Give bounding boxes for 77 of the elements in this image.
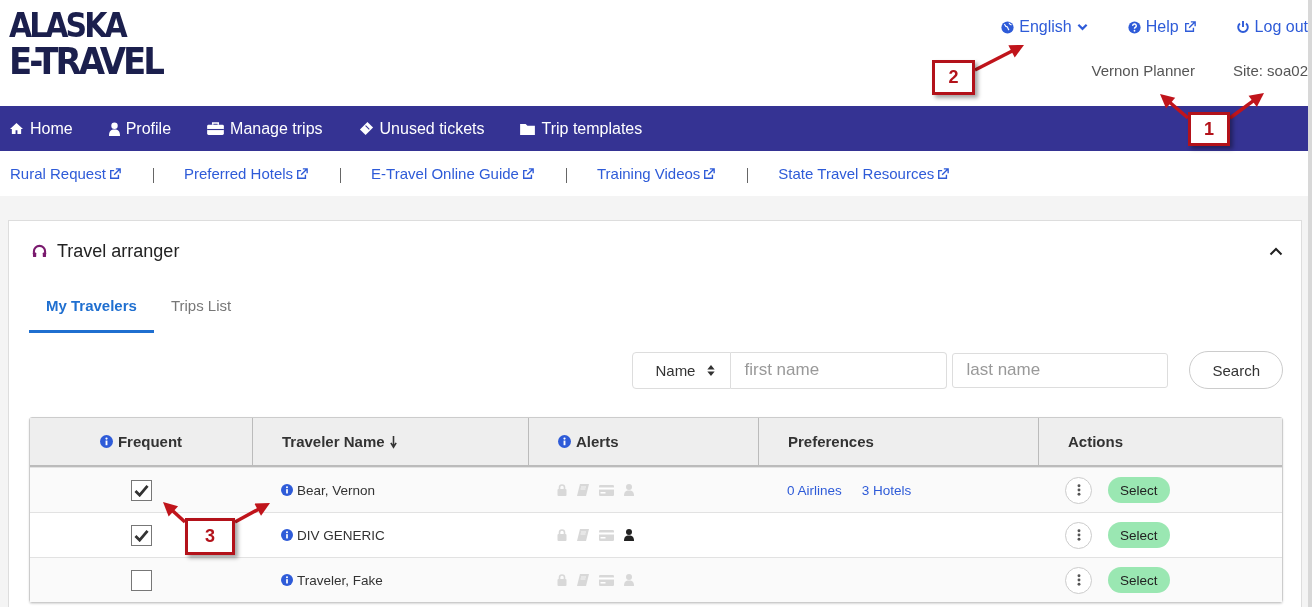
tab[interactable]: My Travelers (29, 281, 154, 333)
checkbox[interactable] (130, 524, 152, 546)
external-link-icon (703, 167, 716, 180)
traveler-name[interactable]: Bear, Vernon (281, 482, 376, 498)
info-icon (558, 435, 571, 448)
resource-link[interactable]: E-Travel Online Guide (371, 165, 534, 182)
sort-down-arrow-icon (389, 434, 397, 449)
resource-link[interactable]: State Travel Resources (778, 165, 950, 182)
nav-item[interactable]: Unused tickets (358, 119, 485, 138)
column-header[interactable]: Frequent (30, 418, 252, 465)
resource-link[interactable]: Rural Request (10, 165, 121, 182)
search-by-dropdown[interactable]: Name (632, 351, 732, 389)
help-link[interactable]: Help (1127, 18, 1196, 36)
resource-link[interactable]: Training Videos (596, 165, 716, 182)
language-dropdown[interactable]: English (1001, 18, 1088, 36)
kebab-icon (1076, 484, 1081, 496)
annotation-arrow (1228, 93, 1264, 120)
kebab-icon (1076, 574, 1081, 586)
info-icon (281, 484, 293, 496)
column-header[interactable]: Traveler Name (252, 418, 528, 465)
nav-item[interactable]: Profile (108, 119, 172, 138)
external-link-icon (296, 167, 309, 180)
sort-caret-icon (707, 364, 716, 376)
ticket-icon (358, 121, 374, 136)
nav-item[interactable]: Trip templates (520, 119, 643, 138)
column-header[interactable]: Preferences (758, 418, 1038, 465)
logo[interactable]: ALASKA E-TRAVEL (9, 14, 162, 75)
power-icon (1235, 20, 1250, 34)
checkbox[interactable] (130, 569, 152, 591)
home-icon (9, 122, 24, 135)
info-icon (281, 529, 293, 541)
chevron-up-icon[interactable] (1269, 246, 1283, 256)
chevron-down-icon (1076, 23, 1088, 31)
checkbox[interactable] (130, 479, 152, 501)
column-header[interactable]: Alerts (528, 418, 758, 465)
search-button[interactable]: Search (1189, 351, 1283, 389)
info-icon (281, 574, 293, 586)
external-link-icon (108, 167, 121, 180)
callout-number: 2 (932, 60, 975, 95)
tab[interactable]: Trips List (153, 281, 249, 333)
headphones-icon (32, 244, 47, 258)
panel-title: Travel arranger (57, 240, 180, 262)
preference-link[interactable]: 0 Airlines (787, 482, 842, 498)
briefcase-icon (207, 122, 225, 135)
info-icon (99, 435, 113, 448)
external-link-icon (937, 167, 950, 180)
site-label: Site: soa02 (1232, 62, 1308, 79)
annotation-arrow (974, 45, 1024, 72)
external-link-icon (521, 167, 534, 180)
annotation-arrow (1160, 94, 1190, 120)
first-name-field[interactable]: first name (731, 351, 948, 389)
last-name-field[interactable]: last name (952, 352, 1169, 388)
traveler-name[interactable]: Traveler, Fake (281, 572, 383, 588)
annotation-arrow (163, 502, 187, 524)
traveler-name[interactable]: DIV GENERIC (281, 527, 385, 543)
user-icon (108, 121, 120, 136)
kebab-icon (1076, 529, 1081, 541)
resource-link[interactable]: Preferred Hotels (183, 165, 309, 182)
user-name: Vernon Planner (1091, 62, 1195, 79)
globe-icon (1001, 20, 1015, 34)
nav-item[interactable]: Home (9, 119, 73, 138)
select-button[interactable]: Select (1108, 522, 1170, 548)
annotation-arrow (234, 503, 270, 524)
more-options-button[interactable] (1065, 521, 1092, 549)
column-header[interactable]: Actions (1038, 418, 1282, 465)
nav-item[interactable]: Manage trips (207, 119, 323, 138)
logout-link[interactable]: Log out (1235, 18, 1308, 36)
external-link-icon (1183, 21, 1196, 33)
more-options-button[interactable] (1065, 566, 1092, 594)
help-icon (1127, 20, 1141, 34)
callout-number: 1 (1188, 112, 1230, 146)
select-button[interactable]: Select (1108, 477, 1170, 503)
callout-number: 3 (185, 518, 235, 555)
folder-icon (520, 122, 536, 135)
more-options-button[interactable] (1065, 476, 1092, 504)
select-button[interactable]: Select (1108, 567, 1170, 593)
preference-link[interactable]: 3 Hotels (861, 482, 912, 498)
